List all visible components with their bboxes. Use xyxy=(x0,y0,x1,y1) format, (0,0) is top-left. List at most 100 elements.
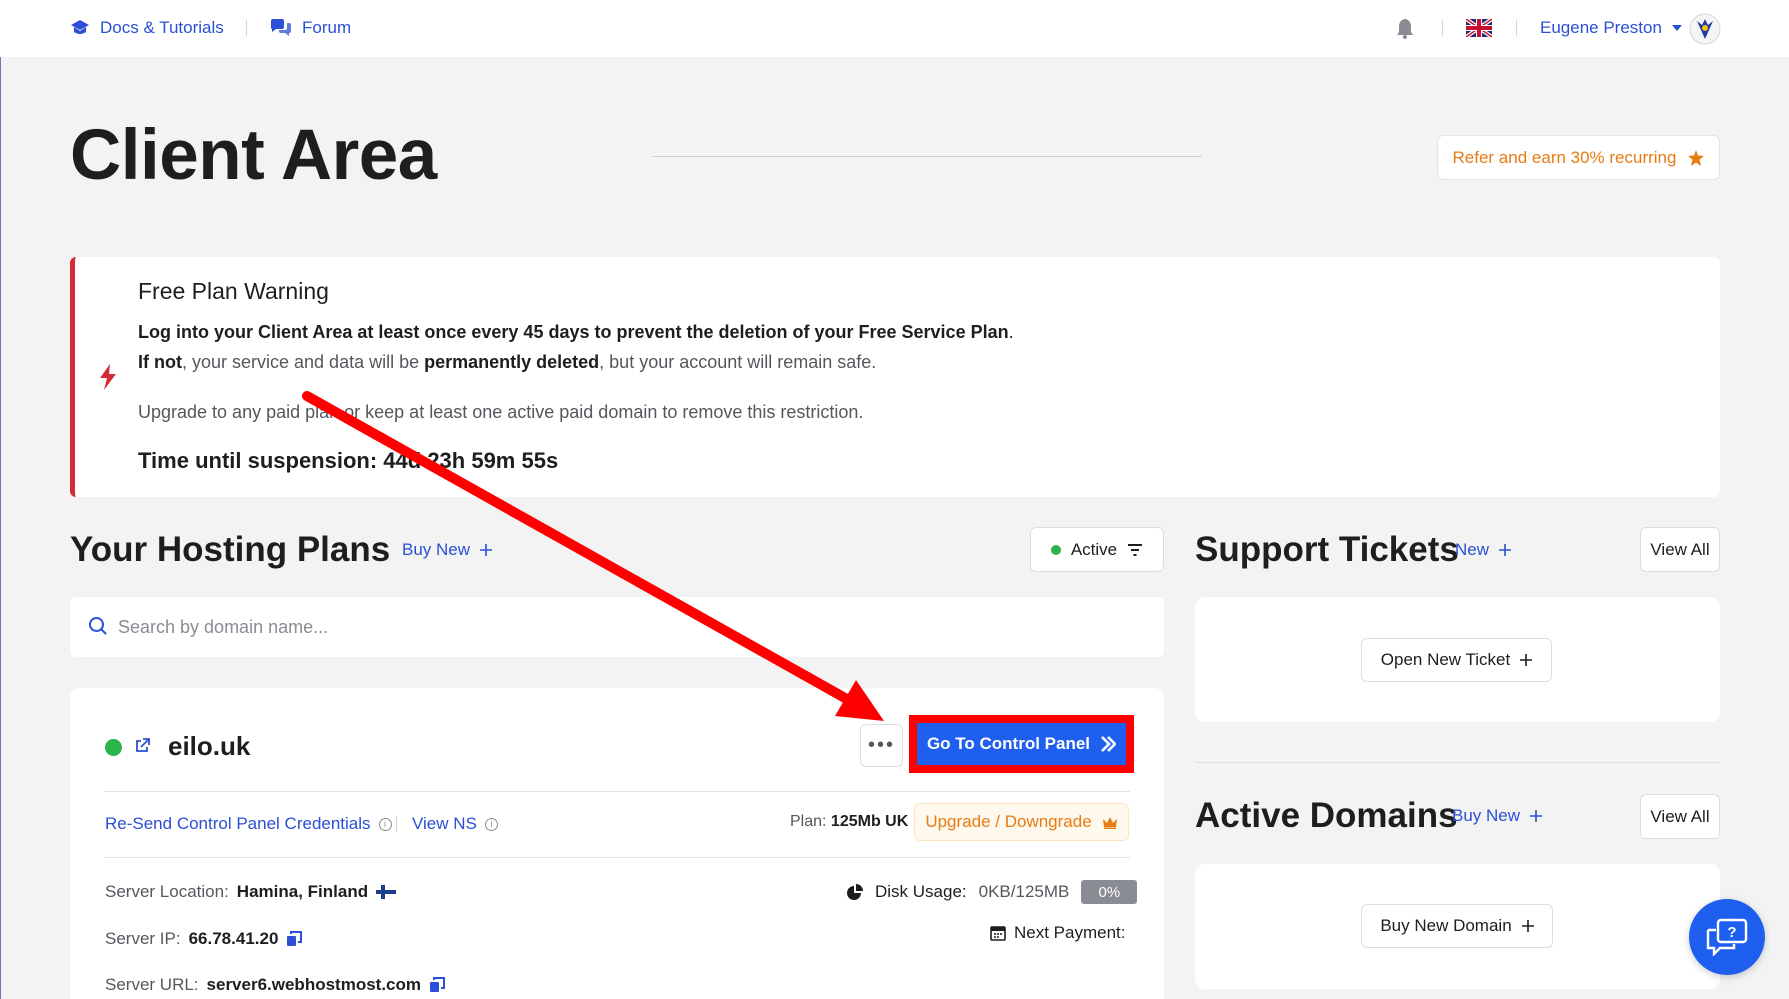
docs-tutorials-link[interactable]: Docs & Tutorials xyxy=(70,18,224,38)
page-title: Client Area xyxy=(70,116,437,195)
suspension-countdown: Time until suspension: 44d 23h 59m 55s xyxy=(138,448,558,474)
nav-separator xyxy=(1516,20,1517,36)
warning-line-1-text: Log into your Client Area at least once … xyxy=(138,322,1009,342)
top-navigation-bar: Docs & Tutorials Forum Eugene Preston xyxy=(0,0,1789,57)
buy-new-domain-button[interactable]: Buy New Domain xyxy=(1361,904,1553,948)
plus-icon xyxy=(1530,810,1543,822)
copy-icon[interactable] xyxy=(286,931,303,947)
copy-icon[interactable] xyxy=(429,977,445,993)
tickets-view-all-button[interactable]: View All xyxy=(1640,527,1720,572)
finland-flag-icon xyxy=(376,885,397,899)
warning-line-1: Log into your Client Area at least once … xyxy=(138,322,1014,343)
control-panel-label: Go To Control Panel xyxy=(926,734,1091,753)
next-payment-label: Next Payment: xyxy=(1014,923,1126,942)
warning-line-2-text: , your service and data will be xyxy=(181,352,425,372)
card-divider xyxy=(104,791,1130,792)
countdown-value: 44d 23h 59m 55s xyxy=(383,448,559,473)
uk-flag-icon[interactable] xyxy=(1466,19,1492,37)
warning-line-1-end: . xyxy=(1008,322,1014,342)
open-new-ticket-button[interactable]: Open New Ticket xyxy=(1361,638,1552,682)
server-ip-label: Server IP: xyxy=(105,929,181,948)
disk-usage-percent: 0% xyxy=(1081,880,1138,904)
hosting-plans-title: Your Hosting Plans xyxy=(70,530,391,569)
server-location-row: Server Location: Hamina, Finland xyxy=(105,882,397,902)
user-name: Eugene Preston xyxy=(1540,18,1662,37)
warning-line-2-end: , but your account will remain safe. xyxy=(599,352,877,372)
filter-icon xyxy=(1127,543,1143,556)
buy-new-hosting-link[interactable]: Buy New xyxy=(402,540,493,560)
info-icon: i xyxy=(484,817,498,831)
refer-earn-button[interactable]: Refer and earn 30% recurring xyxy=(1437,135,1720,180)
external-link-icon[interactable] xyxy=(134,738,150,754)
plus-icon xyxy=(1520,654,1533,666)
plan-label: Plan: xyxy=(790,813,827,830)
avatar[interactable] xyxy=(1689,13,1721,45)
resend-credentials-link[interactable]: Re-Send Control Panel Credentials i xyxy=(105,814,392,834)
forum-label: Forum xyxy=(302,18,352,37)
more-options-button[interactable]: ••• xyxy=(860,724,903,767)
calendar-icon xyxy=(990,925,1006,941)
info-icon: i xyxy=(378,817,392,831)
buy-new-domain-link[interactable]: Buy New xyxy=(1452,806,1543,826)
warning-title: Free Plan Warning xyxy=(138,278,329,304)
graduation-cap-icon xyxy=(70,18,90,38)
buy-new-label: Buy New xyxy=(402,540,471,559)
countdown-label: Time until suspension: xyxy=(138,448,384,473)
window-edge xyxy=(0,0,1,999)
search-icon xyxy=(88,616,108,636)
open-ticket-label: Open New Ticket xyxy=(1380,650,1511,669)
pie-chart-icon xyxy=(847,884,863,900)
plan-status-dot xyxy=(105,739,122,756)
server-url-value: server6.webhostmost.com xyxy=(206,975,421,994)
domains-view-all-button[interactable]: View All xyxy=(1640,794,1720,839)
server-ip-value: 66.78.41.20 xyxy=(188,929,279,948)
disk-usage-label: Disk Usage: xyxy=(875,882,967,901)
nav-separator xyxy=(1442,20,1443,36)
status-filter-button[interactable]: Active xyxy=(1030,527,1164,572)
warning-if-not: If not xyxy=(138,352,182,372)
lightning-icon xyxy=(98,364,118,390)
resend-credentials-label: Re-Send Control Panel Credentials xyxy=(105,814,371,833)
active-status-dot xyxy=(1050,544,1061,555)
card-divider xyxy=(104,857,1130,858)
ellipsis-icon: ••• xyxy=(867,734,895,756)
refer-earn-label: Refer and earn 30% recurring xyxy=(1452,147,1677,167)
filter-label: Active xyxy=(1070,539,1118,559)
bell-icon[interactable] xyxy=(1396,18,1414,39)
chat-help-icon: ? xyxy=(1706,918,1748,956)
server-url-label: Server URL: xyxy=(105,975,199,994)
double-chevron-right-icon xyxy=(1100,735,1117,753)
disk-usage-row: Disk Usage: 0KB/125MB 0% xyxy=(847,880,1138,904)
svg-text:?: ? xyxy=(1727,924,1736,941)
view-ns-link[interactable]: View NS i xyxy=(412,814,498,834)
plan-domain-name: eilo.uk xyxy=(168,731,251,761)
warning-line-2: If not, your service and data will be pe… xyxy=(138,352,876,373)
plus-icon xyxy=(480,544,493,556)
server-location-value: Hamina, Finland xyxy=(236,882,369,901)
docs-tutorials-label: Docs & Tutorials xyxy=(100,18,224,37)
upgrade-label: Upgrade / Downgrade xyxy=(925,812,1092,831)
nav-separator xyxy=(246,20,247,36)
domain-search-bar xyxy=(70,597,1164,657)
plus-icon xyxy=(1499,544,1512,556)
server-location-label: Server Location: xyxy=(105,882,229,901)
title-divider xyxy=(652,156,1202,157)
sidebar-divider xyxy=(1195,762,1720,763)
new-ticket-link[interactable]: New xyxy=(1455,540,1512,560)
user-menu[interactable]: Eugene Preston xyxy=(1540,18,1682,38)
warning-line-3: Upgrade to any paid plan or keep at leas… xyxy=(138,402,864,422)
domains-view-all-label: View All xyxy=(1650,806,1710,826)
forum-chat-icon xyxy=(270,19,292,37)
caret-down-icon xyxy=(1671,25,1682,31)
go-to-control-panel-button[interactable]: Go To Control Panel xyxy=(914,720,1129,768)
plan-value: 125Mb UK xyxy=(830,813,909,830)
domain-search-input[interactable] xyxy=(118,613,1118,641)
control-panel-highlight: Go To Control Panel xyxy=(909,715,1134,773)
disk-usage-value: 0KB/125MB xyxy=(978,882,1070,901)
new-ticket-label: New xyxy=(1455,540,1490,559)
next-payment-row: Next Payment: xyxy=(990,923,1126,943)
crown-icon xyxy=(1102,816,1118,829)
upgrade-downgrade-button[interactable]: Upgrade / Downgrade xyxy=(914,803,1129,841)
forum-link[interactable]: Forum xyxy=(270,18,351,38)
live-chat-button[interactable]: ? xyxy=(1689,899,1765,975)
